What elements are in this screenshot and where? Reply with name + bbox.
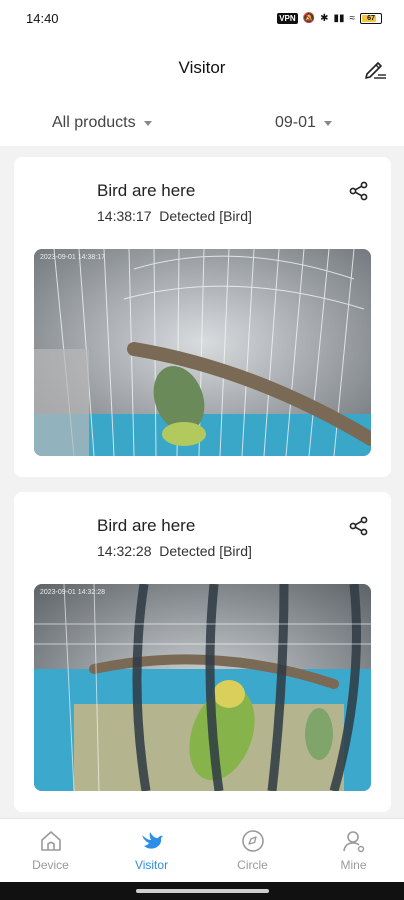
app-header: Visitor (0, 36, 404, 104)
product-filter-label: All products (52, 114, 136, 131)
signal-icon: ▮▮ (333, 12, 345, 24)
tab-visitor[interactable]: Visitor (101, 827, 202, 872)
tab-label: Device (32, 858, 69, 872)
battery-level: 67 (367, 14, 375, 22)
vpn-badge: VPN (277, 12, 298, 24)
bird-icon (141, 832, 163, 849)
event-title: Bird are here (97, 516, 196, 535)
edit-icon[interactable] (362, 56, 388, 82)
bird-cage-image: 2023-09-01 14:32:28 (34, 584, 371, 791)
person-icon (342, 831, 364, 853)
visitor-event-card[interactable]: Bird are here 14:32:28 Detected [Bird] 2… (14, 492, 391, 812)
compass-icon (241, 830, 264, 852)
event-title: Bird are here (97, 181, 196, 200)
event-meta: 14:32:28 Detected [Bird] (97, 543, 252, 559)
tab-label: Circle (237, 858, 268, 872)
home-indicator[interactable] (136, 889, 269, 893)
event-time: 14:38:17 (97, 208, 152, 224)
tab-label: Mine (340, 858, 367, 872)
clock: 14:40 (26, 10, 59, 26)
filter-bar: All products 09-01 (0, 104, 404, 146)
tab-mine[interactable]: Mine (303, 827, 404, 872)
product-filter-dropdown[interactable]: All products (52, 114, 152, 132)
event-detection: Detected [Bird] (159, 208, 252, 224)
tab-circle[interactable]: Circle (202, 827, 303, 872)
share-icon[interactable] (349, 516, 369, 536)
date-filter-label: 09-01 (275, 114, 316, 131)
snapshot-timestamp: 2023-09-01 14:38:17 (40, 254, 105, 261)
share-icon[interactable] (349, 181, 369, 201)
caret-down-icon (323, 120, 332, 126)
battery-icon: 67 (360, 12, 382, 24)
home-icon (40, 831, 61, 851)
system-nav-bar (0, 882, 404, 900)
wifi-icon: ≈ (349, 12, 356, 24)
bird-cage-image: 2023-09-01 14:38:17 (34, 249, 371, 456)
snapshot-timestamp: 2023-09-01 14:32:28 (40, 589, 105, 596)
event-meta: 14:38:17 Detected [Bird] (97, 208, 252, 224)
event-snapshot-image[interactable]: 2023-09-01 14:32:28 (34, 584, 371, 791)
status-icons: VPN 🔕 ✱ ▮▮ ≈ 67 (277, 12, 382, 24)
bottom-tab-bar: Device Visitor Circle Mine (0, 818, 404, 883)
date-filter-dropdown[interactable]: 09-01 (275, 114, 332, 132)
status-bar: 14:40 VPN 🔕 ✱ ▮▮ ≈ 67 (0, 0, 404, 36)
page-title: Visitor (178, 58, 226, 77)
bluetooth-icon: ✱ (320, 12, 329, 24)
event-detection: Detected [Bird] (159, 543, 252, 559)
event-snapshot-image[interactable]: 2023-09-01 14:38:17 (34, 249, 371, 456)
caret-down-icon (143, 120, 152, 126)
event-time: 14:32:28 (97, 543, 152, 559)
visitor-event-card[interactable]: Bird are here 14:38:17 Detected [Bird] 2… (14, 157, 391, 477)
tab-device[interactable]: Device (0, 827, 101, 872)
tab-label: Visitor (134, 858, 169, 872)
mute-icon: 🔕 (302, 12, 316, 24)
